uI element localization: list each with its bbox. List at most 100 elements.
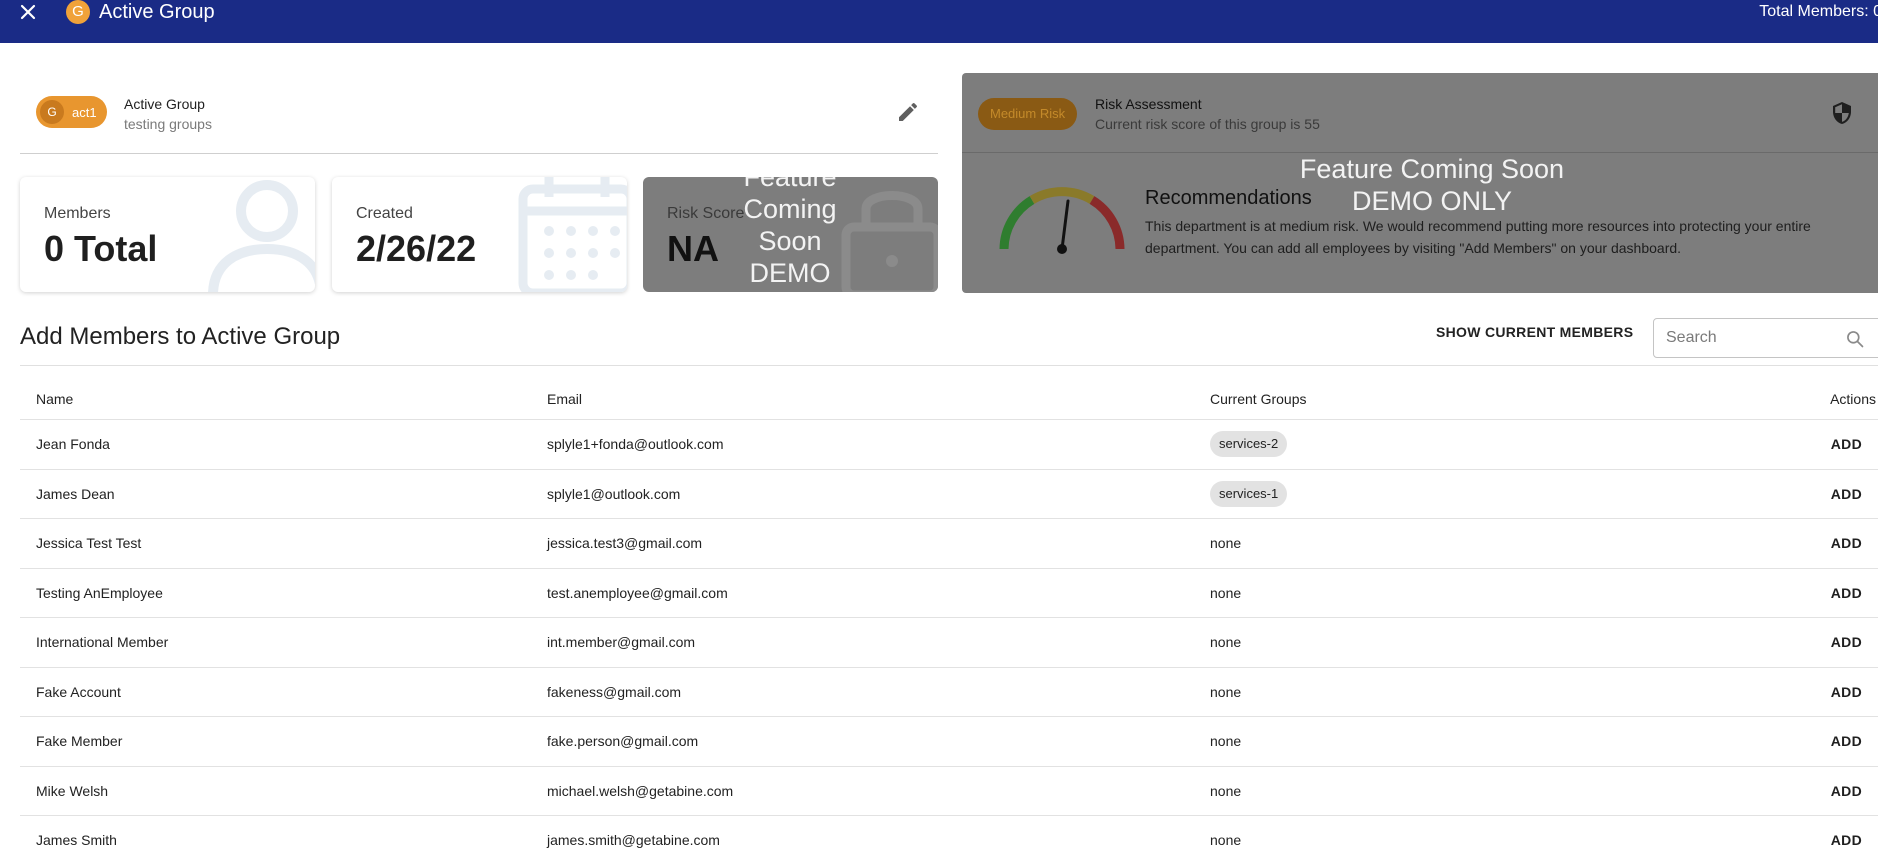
group-chip-label: act1 <box>72 104 97 120</box>
member-actions: ADD <box>1756 420 1876 469</box>
member-name: Fake Member <box>36 733 123 750</box>
member-groups: none <box>1210 816 1241 859</box>
member-name: Fake Account <box>36 683 121 700</box>
page-title: Active Group <box>99 1 215 23</box>
table-body: Jean Fonda splyle1+fonda@outlook.com servi… <box>20 420 1878 859</box>
section-title: Add Members to Active Group <box>20 323 341 350</box>
overlay-line: Coming <box>743 194 837 224</box>
groups-text: none <box>1210 832 1242 849</box>
table-header: Name Email Current Groups Actions <box>20 378 1878 420</box>
add-member-button[interactable]: ADD <box>1831 436 1862 452</box>
show-current-members-button[interactable]: SHOW CURRENT MEMBERS <box>1436 324 1633 340</box>
table-row: Testing AnEmployee test.anemployee@gmail.… <box>20 569 1878 618</box>
add-member-button[interactable]: ADD <box>1831 535 1862 551</box>
add-member-button[interactable]: ADD <box>1831 733 1862 749</box>
add-member-button[interactable]: ADD <box>1831 634 1862 650</box>
feature-coming-soon-overlay: Feature Coming Soon DEMO ONLY <box>1202 153 1662 217</box>
member-email: fake.person@gmail.com <box>547 733 699 750</box>
member-email: int.member@gmail.com <box>547 634 696 651</box>
search-input[interactable] <box>1666 328 1836 348</box>
search-field[interactable] <box>1653 318 1878 358</box>
member-name: James Dean <box>36 485 115 502</box>
group-chip-avatar: G <box>40 100 64 124</box>
member-groups: none <box>1210 717 1241 766</box>
group-info: Active Group testing groups <box>124 94 212 134</box>
add-member-button[interactable]: ADD <box>1831 684 1862 700</box>
member-groups: services-1 <box>1210 470 1288 519</box>
risk-header-text: Risk Assessment Current risk score of th… <box>1095 94 1320 134</box>
overlay-line: Soon <box>758 226 822 256</box>
member-actions: ADD <box>1756 767 1876 816</box>
recommendations-text: This department is at medium risk. We wo… <box>1145 218 1811 256</box>
overlay-line: DEMO ONLY <box>1351 186 1513 216</box>
column-header-groups[interactable]: Current Groups <box>1210 378 1306 419</box>
member-groups: none <box>1210 668 1241 717</box>
members-value: 0 Total <box>44 228 158 269</box>
close-icon[interactable] <box>16 0 40 24</box>
groups-text: none <box>1210 683 1242 700</box>
app-bar: G Active Group Total Members: 0 <box>0 0 1878 43</box>
table-row: Fake Member fake.person@gmail.com none ADD <box>20 717 1878 767</box>
member-email: splyle1+fonda@outlook.com <box>547 436 724 453</box>
member-actions: ADD <box>1756 816 1876 859</box>
member-name: Jessica Test Test <box>36 535 142 552</box>
member-actions: ADD <box>1756 569 1876 618</box>
add-member-button[interactable]: ADD <box>1831 486 1862 502</box>
calendar-icon <box>518 177 627 292</box>
groups-text: none <box>1210 733 1242 750</box>
member-email: michael.welsh@getabine.com <box>547 782 734 799</box>
groups-text: none <box>1210 584 1242 601</box>
group-chip: G act1 <box>36 96 107 128</box>
edit-icon[interactable] <box>896 100 920 124</box>
groups-text: none <box>1210 535 1242 552</box>
column-header-name[interactable]: Name <box>36 378 73 419</box>
member-groups: none <box>1210 767 1241 816</box>
member-email: splyle1@outlook.com <box>547 485 681 502</box>
column-header-actions: Actions <box>1830 390 1876 407</box>
add-member-button[interactable]: ADD <box>1831 783 1862 799</box>
add-member-button[interactable]: ADD <box>1831 832 1862 848</box>
column-header-email[interactable]: Email <box>547 378 582 419</box>
overlay-line: Feature <box>743 177 837 192</box>
groups-text: none <box>1210 782 1242 799</box>
risk-header: Medium Risk Risk Assessment Current risk… <box>962 73 1878 153</box>
person-icon <box>208 180 315 292</box>
group-name: Active Group <box>124 96 205 112</box>
risk-score-card: Risk Score NA Feature Coming Soon DEMO <box>643 177 938 292</box>
overlay-line: DEMO <box>749 258 831 288</box>
group-header: G act1 Active Group testing groups <box>20 82 938 154</box>
group-chip: services-1 <box>1210 480 1288 507</box>
member-name: Mike Welsh <box>36 782 109 799</box>
group-description: testing groups <box>124 116 212 132</box>
table-row: James Dean splyle1@outlook.com services-1 A… <box>20 470 1878 519</box>
add-member-button[interactable]: ADD <box>1831 585 1862 601</box>
member-email: james.smith@getabine.com <box>547 832 720 849</box>
search-icon[interactable] <box>1845 329 1865 349</box>
member-actions: ADD <box>1756 717 1876 766</box>
section-divider <box>20 365 1878 366</box>
risk-subtitle: Current risk score of this group is 55 <box>1095 116 1320 132</box>
member-actions: ADD <box>1756 519 1876 568</box>
groups-text: none <box>1210 634 1242 651</box>
created-value: 2/26/22 <box>356 228 477 269</box>
total-members-label: Total Members: 0 <box>1759 3 1878 20</box>
member-actions: ADD <box>1756 668 1876 717</box>
table-row: Mike Welsh michael.welsh@getabine.com none… <box>20 767 1878 816</box>
table-row: Jean Fonda splyle1+fonda@outlook.com servi… <box>20 420 1878 470</box>
overlay-line: Feature Coming Soon <box>1299 154 1565 184</box>
table-row: James Smith james.smith@getabine.com none A… <box>20 816 1878 859</box>
member-name: James Smith <box>36 832 117 849</box>
member-email: test.anemployee@gmail.com <box>547 584 728 601</box>
feature-coming-soon-overlay: Feature Coming Soon DEMO <box>715 177 865 289</box>
created-label: Created <box>356 205 413 222</box>
risk-level-chip: Medium Risk <box>978 98 1078 130</box>
member-email: fakeness@gmail.com <box>547 683 682 700</box>
table-row: Fake Account fakeness@gmail.com none ADD <box>20 668 1878 717</box>
member-name: Jean Fonda <box>36 436 110 453</box>
member-groups: services-2 <box>1210 420 1288 469</box>
member-groups: none <box>1210 618 1241 667</box>
risk-assessment-panel: Medium Risk Risk Assessment Current risk… <box>962 73 1878 293</box>
group-chip: services-2 <box>1210 431 1288 458</box>
table-row: Jessica Test Test jessica.test3@gmail.com… <box>20 519 1878 569</box>
risk-gauge <box>999 187 1125 254</box>
